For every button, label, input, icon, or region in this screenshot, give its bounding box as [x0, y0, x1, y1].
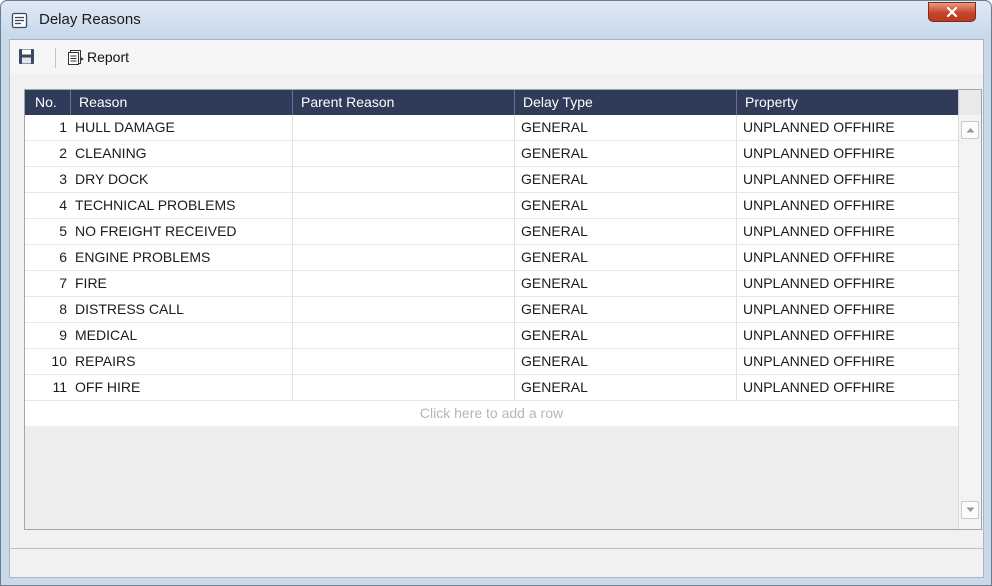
column-header-no[interactable]: No. — [25, 90, 71, 115]
cell-property[interactable]: UNPLANNED OFFHIRE — [737, 323, 958, 348]
cell-reason[interactable]: OFF HIRE — [71, 375, 293, 400]
cell-property[interactable]: UNPLANNED OFFHIRE — [737, 297, 958, 322]
report-icon — [68, 50, 84, 65]
table-row[interactable]: 5 NO FREIGHT RECEIVED GENERAL UNPLANNED … — [25, 219, 958, 245]
cell-property[interactable]: UNPLANNED OFFHIRE — [737, 271, 958, 296]
toolbar-separator — [55, 48, 56, 68]
cell-property[interactable]: UNPLANNED OFFHIRE — [737, 193, 958, 218]
cell-delay-type[interactable]: GENERAL — [515, 375, 737, 400]
table-row[interactable]: 3 DRY DOCK GENERAL UNPLANNED OFFHIRE — [25, 167, 958, 193]
chevron-down-icon — [966, 507, 974, 512]
cell-delay-type[interactable]: GENERAL — [515, 323, 737, 348]
cell-delay-type[interactable]: GENERAL — [515, 271, 737, 296]
close-icon — [946, 6, 958, 18]
cell-no[interactable]: 2 — [25, 141, 71, 166]
status-bar — [10, 548, 983, 577]
cell-no[interactable]: 10 — [25, 349, 71, 374]
add-row-button[interactable]: Click here to add a row — [25, 401, 958, 426]
table-row[interactable]: 1 HULL DAMAGE GENERAL UNPLANNED OFFHIRE — [25, 115, 958, 141]
cell-reason[interactable]: MEDICAL — [71, 323, 293, 348]
cell-parent-reason[interactable] — [293, 271, 515, 296]
column-header-parent-reason[interactable]: Parent Reason — [293, 90, 515, 115]
cell-reason[interactable]: TECHNICAL PROBLEMS — [71, 193, 293, 218]
cell-property[interactable]: UNPLANNED OFFHIRE — [737, 219, 958, 244]
cell-delay-type[interactable]: GENERAL — [515, 193, 737, 218]
vertical-scrollbar[interactable] — [958, 115, 981, 529]
cell-parent-reason[interactable] — [293, 245, 515, 270]
chevron-up-icon — [966, 128, 974, 133]
cell-reason[interactable]: NO FREIGHT RECEIVED — [71, 219, 293, 244]
close-button[interactable] — [928, 2, 976, 22]
cell-delay-type[interactable]: GENERAL — [515, 141, 737, 166]
cell-parent-reason[interactable] — [293, 141, 515, 166]
cell-no[interactable]: 9 — [25, 323, 71, 348]
cell-parent-reason[interactable] — [293, 375, 515, 400]
cell-delay-type[interactable]: GENERAL — [515, 297, 737, 322]
table-row[interactable]: 6 ENGINE PROBLEMS GENERAL UNPLANNED OFFH… — [25, 245, 958, 271]
grid-header-corner — [958, 90, 981, 115]
report-button[interactable]: Report — [67, 47, 129, 67]
cell-parent-reason[interactable] — [293, 167, 515, 192]
cell-no[interactable]: 8 — [25, 297, 71, 322]
cell-parent-reason[interactable] — [293, 193, 515, 218]
cell-no[interactable]: 11 — [25, 375, 71, 400]
cell-delay-type[interactable]: GENERAL — [515, 349, 737, 374]
window-client-area: Report No. Reason Parent Reason Delay Ty… — [9, 39, 984, 578]
table-row[interactable]: 2 CLEANING GENERAL UNPLANNED OFFHIRE — [25, 141, 958, 167]
table-row[interactable]: 11 OFF HIRE GENERAL UNPLANNED OFFHIRE — [25, 375, 958, 401]
cell-no[interactable]: 6 — [25, 245, 71, 270]
cell-reason[interactable]: HULL DAMAGE — [71, 115, 293, 140]
cell-no[interactable]: 7 — [25, 271, 71, 296]
delay-reasons-grid: No. Reason Parent Reason Delay Type Prop… — [24, 89, 982, 530]
cell-reason[interactable]: FIRE — [71, 271, 293, 296]
cell-property[interactable]: UNPLANNED OFFHIRE — [737, 349, 958, 374]
cell-property[interactable]: UNPLANNED OFFHIRE — [737, 245, 958, 270]
grid-rows: 1 HULL DAMAGE GENERAL UNPLANNED OFFHIRE … — [25, 115, 958, 426]
table-row[interactable]: 8 DISTRESS CALL GENERAL UNPLANNED OFFHIR… — [25, 297, 958, 323]
toolbar: Report — [10, 40, 983, 74]
cell-parent-reason[interactable] — [293, 219, 515, 244]
form-icon — [11, 12, 28, 29]
cell-property[interactable]: UNPLANNED OFFHIRE — [737, 115, 958, 140]
cell-parent-reason[interactable] — [293, 297, 515, 322]
cell-delay-type[interactable]: GENERAL — [515, 219, 737, 244]
grid-header: No. Reason Parent Reason Delay Type Prop… — [25, 90, 958, 115]
cell-delay-type[interactable]: GENERAL — [515, 115, 737, 140]
table-row[interactable]: 4 TECHNICAL PROBLEMS GENERAL UNPLANNED O… — [25, 193, 958, 219]
cell-parent-reason[interactable] — [293, 349, 515, 374]
cell-reason[interactable]: DISTRESS CALL — [71, 297, 293, 322]
scroll-up-button[interactable] — [961, 121, 979, 139]
table-row[interactable]: 9 MEDICAL GENERAL UNPLANNED OFFHIRE — [25, 323, 958, 349]
delay-reasons-window: Delay Reasons Report No. Reason Parent R… — [0, 0, 992, 586]
cell-parent-reason[interactable] — [293, 115, 515, 140]
title-bar[interactable]: Delay Reasons — [1, 1, 991, 39]
scroll-down-button[interactable] — [961, 501, 979, 519]
cell-reason[interactable]: REPAIRS — [71, 349, 293, 374]
column-header-reason[interactable]: Reason — [71, 90, 293, 115]
report-button-label: Report — [87, 49, 130, 65]
cell-no[interactable]: 1 — [25, 115, 71, 140]
cell-delay-type[interactable]: GENERAL — [515, 245, 737, 270]
cell-parent-reason[interactable] — [293, 323, 515, 348]
cell-reason[interactable]: CLEANING — [71, 141, 293, 166]
save-icon[interactable] — [18, 48, 35, 65]
cell-delay-type[interactable]: GENERAL — [515, 167, 737, 192]
cell-property[interactable]: UNPLANNED OFFHIRE — [737, 141, 958, 166]
cell-property[interactable]: UNPLANNED OFFHIRE — [737, 375, 958, 400]
table-row[interactable]: 10 REPAIRS GENERAL UNPLANNED OFFHIRE — [25, 349, 958, 375]
cell-no[interactable]: 3 — [25, 167, 71, 192]
cell-reason[interactable]: DRY DOCK — [71, 167, 293, 192]
cell-no[interactable]: 5 — [25, 219, 71, 244]
column-header-property[interactable]: Property — [737, 90, 958, 115]
cell-reason[interactable]: ENGINE PROBLEMS — [71, 245, 293, 270]
table-row[interactable]: 7 FIRE GENERAL UNPLANNED OFFHIRE — [25, 271, 958, 297]
cell-property[interactable]: UNPLANNED OFFHIRE — [737, 167, 958, 192]
cell-no[interactable]: 4 — [25, 193, 71, 218]
window-title: Delay Reasons — [39, 11, 141, 28]
column-header-delay-type[interactable]: Delay Type — [515, 90, 737, 115]
